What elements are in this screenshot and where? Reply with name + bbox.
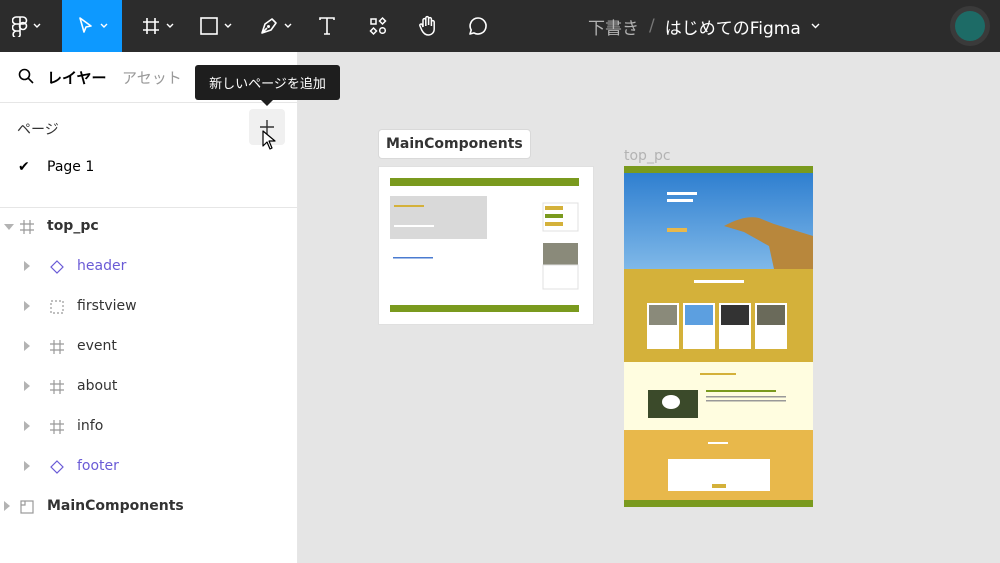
title-separator: / <box>649 16 655 36</box>
comment-tool-button[interactable] <box>458 0 498 52</box>
layer-row-footer[interactable]: footer <box>0 450 297 486</box>
layer-row-info[interactable]: info <box>0 410 297 446</box>
components-icon <box>369 16 387 36</box>
collapse-arrow-icon[interactable] <box>24 421 30 431</box>
search-icon[interactable] <box>18 68 34 84</box>
figma-logo-icon <box>11 16 27 37</box>
chevron-down-icon[interactable] <box>811 23 820 29</box>
chevron-down-icon <box>284 23 291 28</box>
page-item[interactable]: ✔ Page 1 <box>0 153 297 183</box>
collapse-arrow-icon[interactable] <box>24 341 30 351</box>
expand-arrow-icon[interactable] <box>4 224 14 230</box>
file-title[interactable]: 下書き / はじめてのFigma <box>588 0 820 52</box>
collapse-arrow-icon[interactable] <box>4 501 10 511</box>
top-pc-frame[interactable] <box>624 166 813 507</box>
tooltip: 新しいページを追加 <box>195 65 340 106</box>
instance-icon <box>48 458 66 476</box>
layer-label: top_pc <box>47 218 99 234</box>
layer-row-about[interactable]: about <box>0 370 297 406</box>
chevron-down-icon <box>33 23 40 28</box>
move-tool-button[interactable] <box>62 0 122 52</box>
layer-label: event <box>77 338 117 354</box>
frame-tool-button[interactable] <box>132 0 182 52</box>
frame-icon <box>142 18 159 34</box>
check-icon: ✔ <box>18 159 30 175</box>
layer-row-event[interactable]: event <box>0 330 297 366</box>
layer-label: firstview <box>77 298 137 314</box>
pen-icon <box>260 18 277 34</box>
layer-row-header[interactable]: header <box>0 250 297 286</box>
frame-icon <box>48 418 66 436</box>
top-pc-thumbnail <box>624 166 813 507</box>
frame-icon <box>48 378 66 396</box>
folder-name[interactable]: 下書き <box>588 14 639 39</box>
frame-label-maincomponents[interactable]: MainComponents <box>378 129 531 159</box>
maincomponents-thumbnail <box>390 178 579 312</box>
cursor-icon <box>78 17 92 33</box>
frame-icon <box>18 218 36 236</box>
layer-label: info <box>77 418 104 434</box>
avatar-image <box>955 11 985 41</box>
resources-tool-button[interactable] <box>358 0 398 52</box>
pen-tool-button[interactable] <box>250 0 300 52</box>
hand-tool-button[interactable] <box>408 0 448 52</box>
text-icon <box>319 17 335 35</box>
frame-label-top-pc[interactable]: top_pc <box>624 148 671 164</box>
layer-label: header <box>77 258 127 274</box>
shape-tool-button[interactable] <box>190 0 240 52</box>
divider <box>0 207 297 208</box>
collapse-arrow-icon[interactable] <box>24 261 30 271</box>
hand-icon <box>419 15 435 36</box>
file-name[interactable]: はじめてのFigma <box>665 14 801 39</box>
mouse-pointer-icon <box>262 130 276 150</box>
page-label: Page 1 <box>47 159 95 175</box>
comment-icon <box>469 17 487 35</box>
frame-icon <box>48 338 66 356</box>
maincomponents-frame[interactable] <box>378 166 594 325</box>
layer-row-maincomponents[interactable]: MainComponents <box>0 490 297 526</box>
layer-label: MainComponents <box>47 498 184 514</box>
avatar[interactable] <box>950 6 990 46</box>
chevron-down-icon <box>224 23 231 28</box>
tab-assets[interactable]: アセット <box>122 67 182 88</box>
collapse-arrow-icon[interactable] <box>24 301 30 311</box>
figma-menu-button[interactable] <box>0 0 52 52</box>
layer-row-firstview[interactable]: firstview <box>0 290 297 326</box>
pages-heading: ページ <box>17 122 59 138</box>
layer-label: about <box>77 378 118 394</box>
tab-layers[interactable]: レイヤー <box>47 67 107 88</box>
section-icon <box>48 298 66 316</box>
collapse-arrow-icon[interactable] <box>24 381 30 391</box>
rectangle-icon <box>199 17 218 35</box>
toolbar: 下書き / はじめてのFigma <box>0 0 1000 52</box>
text-tool-button[interactable] <box>308 0 346 52</box>
instance-icon <box>48 258 66 276</box>
chevron-down-icon <box>100 23 107 28</box>
collapse-arrow-icon[interactable] <box>24 461 30 471</box>
frame-page-icon <box>18 498 36 516</box>
chevron-down-icon <box>166 23 173 28</box>
left-panel: レイヤー アセット ページ ✔ Page 1 top_pc header fir… <box>0 52 298 563</box>
layer-label: footer <box>77 458 119 474</box>
layer-row-top-pc[interactable]: top_pc <box>0 210 297 246</box>
